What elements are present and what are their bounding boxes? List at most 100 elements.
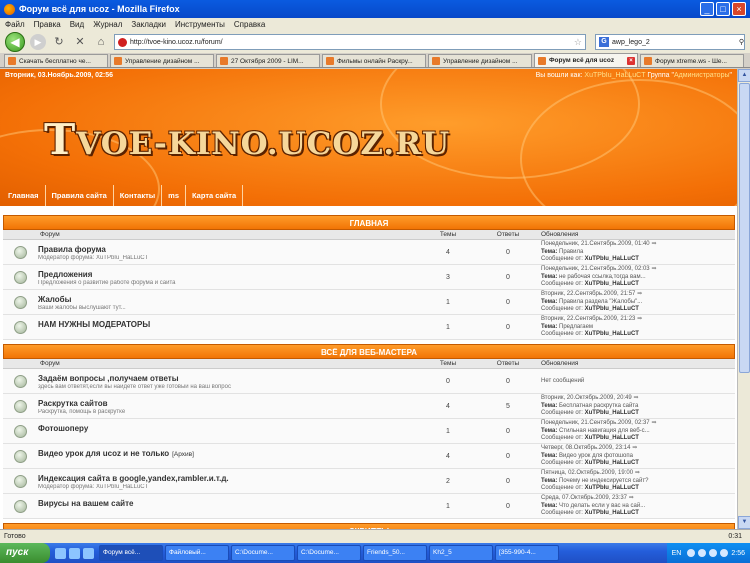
forum-name[interactable]: Вирусы на вашем сайте bbox=[38, 499, 133, 508]
close-button[interactable]: × bbox=[732, 2, 746, 16]
stop-icon[interactable]: ✕ bbox=[72, 34, 88, 50]
menu-help[interactable]: Справка bbox=[234, 20, 265, 29]
taskbar-window-button[interactable]: C:\Docume... bbox=[297, 545, 361, 561]
last-post-topic-link[interactable]: Предлагаем bbox=[559, 324, 593, 330]
last-post-topic-link[interactable]: Стильная навигация для веб-с... bbox=[559, 428, 650, 434]
minimize-button[interactable]: _ bbox=[700, 2, 714, 16]
last-post-arrow-icon[interactable]: ⇛ bbox=[630, 445, 637, 451]
menu-history[interactable]: Журнал bbox=[93, 20, 122, 29]
nav-home[interactable]: Главная bbox=[0, 185, 46, 206]
nav-sitemap[interactable]: Карта сайта bbox=[186, 185, 244, 206]
forum-name-link[interactable]: Жалобы bbox=[38, 295, 418, 304]
google-icon[interactable]: G bbox=[599, 37, 609, 47]
last-post-author-link[interactable]: XuTPbIu_HaLLuCT bbox=[585, 410, 639, 416]
site-logo[interactable]: TVOE-KINO.UCOZ.RU bbox=[44, 115, 450, 164]
menu-view[interactable]: Вид bbox=[70, 20, 84, 29]
taskbar-window-button[interactable]: Форум всё... bbox=[99, 545, 163, 561]
group-link[interactable]: Администраторы bbox=[674, 72, 730, 79]
vertical-scrollbar[interactable]: ▲ ▼ bbox=[737, 69, 750, 529]
browser-tab[interactable]: 27 Октября 2009 - LIM... bbox=[216, 54, 320, 67]
last-post-author-link[interactable]: XuTPbIu_HaLLuCT bbox=[585, 306, 639, 312]
last-post-author-link[interactable]: XuTPbIu_HaLLuCT bbox=[585, 510, 639, 516]
last-post-topic-link[interactable]: Правила bbox=[559, 249, 583, 255]
browser-tab[interactable]: Фильмы онлайн Раскру... bbox=[322, 54, 426, 67]
last-post-topic-link[interactable]: Почему не индексируется сайт? bbox=[559, 478, 648, 484]
forum-name-link[interactable]: Правила форума bbox=[38, 245, 418, 254]
browser-tab[interactable]: Форум xtreme.ws - Ше... bbox=[640, 54, 744, 67]
scroll-up-icon[interactable]: ▲ bbox=[738, 69, 750, 82]
forum-archive-tag[interactable]: [Архив] bbox=[172, 451, 194, 458]
last-post-author-link[interactable]: XuTPbIu_HaLLuCT bbox=[585, 331, 639, 337]
taskbar-window-button[interactable]: Файловый... bbox=[165, 545, 229, 561]
nav-ms[interactable]: ms bbox=[162, 185, 187, 206]
last-post-author-link[interactable]: XuTPbIu_HaLLuCT bbox=[585, 485, 639, 491]
forum-name[interactable]: Задаём вопросы ,получаем ответы bbox=[38, 374, 179, 383]
last-post-author-link[interactable]: XuTPbIu_HaLLuCT bbox=[585, 460, 639, 466]
last-post-arrow-icon[interactable]: ⇛ bbox=[633, 470, 640, 476]
start-button[interactable]: пуск bbox=[0, 543, 50, 563]
last-post-arrow-icon[interactable]: ⇛ bbox=[627, 495, 634, 501]
scroll-thumb[interactable] bbox=[739, 83, 750, 373]
forum-name[interactable]: Индексация сайта в google,yandex,rambler… bbox=[38, 474, 229, 483]
home-icon[interactable]: ⌂ bbox=[93, 34, 109, 50]
forum-name-link[interactable]: Раскрутка сайтов bbox=[38, 399, 418, 408]
search-bar[interactable]: G awp_lego_2 ⚲ bbox=[595, 34, 745, 50]
last-post-author-link[interactable]: XuTPbIu_HaLLuCT bbox=[585, 256, 639, 262]
last-post-arrow-icon[interactable]: ⇛ bbox=[635, 316, 642, 322]
reload-icon[interactable]: ↻ bbox=[51, 34, 67, 50]
browser-tab[interactable]: Управление дизайном ... bbox=[428, 54, 532, 67]
quick-launch-icon[interactable] bbox=[55, 547, 66, 559]
browser-tab-active[interactable]: Форум всё для ucoz × bbox=[534, 53, 638, 67]
last-post-author-link[interactable]: XuTPbIu_HaLLuCT bbox=[585, 281, 639, 287]
back-button[interactable]: ◀ bbox=[5, 32, 25, 52]
quick-launch-icon[interactable] bbox=[83, 547, 94, 559]
forum-name-link[interactable]: НАМ НУЖНЫ МОДЕРАТОРЫ bbox=[38, 320, 418, 329]
forum-name[interactable]: Жалобы bbox=[38, 295, 71, 304]
category-header[interactable]: ВСЁ ДЛЯ ВЕБ-МАСТЕРА bbox=[3, 344, 735, 359]
forum-name[interactable]: Видео урок для ucoz и не только bbox=[38, 449, 169, 458]
last-post-topic-link[interactable]: не рабочая ссылка,тогда вам... bbox=[559, 274, 646, 280]
taskbar-window-button[interactable]: C:\Docume... bbox=[231, 545, 295, 561]
nav-contacts[interactable]: Контакты bbox=[114, 185, 163, 206]
last-post-topic-link[interactable]: Бесплатная раскрутка сайта bbox=[559, 403, 638, 409]
tray-icon[interactable] bbox=[709, 549, 718, 557]
nav-rules[interactable]: Правила сайта bbox=[46, 185, 114, 206]
forum-name-link[interactable]: Задаём вопросы ,получаем ответы bbox=[38, 374, 418, 383]
search-icon[interactable]: ⚲ bbox=[739, 38, 744, 46]
forum-name-link[interactable]: Фотошоперу bbox=[38, 424, 418, 433]
maximize-button[interactable]: □ bbox=[716, 2, 730, 16]
address-bar[interactable]: http://tvoe-kino.ucoz.ru/forum/ ☆ bbox=[114, 34, 586, 50]
tray-icon[interactable] bbox=[698, 549, 707, 557]
taskbar-window-button[interactable]: Kh2_5 bbox=[429, 545, 493, 561]
forum-name[interactable]: НАМ НУЖНЫ МОДЕРАТОРЫ bbox=[38, 320, 150, 329]
bookmark-star-icon[interactable]: ☆ bbox=[574, 37, 585, 48]
username-link[interactable]: XuTPbIu_HaLLuCT bbox=[584, 72, 645, 79]
browser-tab[interactable]: Скачать бесплатно че... bbox=[4, 54, 108, 67]
forum-name[interactable]: Раскрутка сайтов bbox=[38, 399, 108, 408]
last-post-arrow-icon[interactable]: ⇛ bbox=[635, 291, 642, 297]
browser-tab[interactable]: Управление дизайном ... bbox=[110, 54, 214, 67]
last-post-topic-link[interactable]: Что делать если у вас на сай... bbox=[559, 503, 645, 509]
forum-name-link[interactable]: Вирусы на вашем сайте bbox=[38, 499, 418, 508]
last-post-arrow-icon[interactable]: ⇛ bbox=[650, 266, 656, 272]
taskbar-window-button[interactable]: [355-990-4... bbox=[495, 545, 559, 561]
menu-edit[interactable]: Правка bbox=[34, 20, 61, 29]
last-post-author-link[interactable]: XuTPbIu_HaLLuCT bbox=[585, 435, 639, 441]
taskbar-window-button[interactable]: Friends_50... bbox=[363, 545, 427, 561]
menu-tools[interactable]: Инструменты bbox=[175, 20, 225, 29]
forward-button[interactable]: ▶ bbox=[30, 34, 46, 50]
url-text[interactable]: http://tvoe-kino.ucoz.ru/forum/ bbox=[130, 39, 571, 46]
last-post-topic-link[interactable]: Правила раздела "Жалобы"... bbox=[559, 299, 642, 305]
forum-name[interactable]: Фотошоперу bbox=[38, 424, 88, 433]
forum-name[interactable]: Правила форума bbox=[38, 245, 106, 254]
menu-bookmarks[interactable]: Закладки bbox=[131, 20, 166, 29]
last-post-arrow-icon[interactable]: ⇛ bbox=[650, 241, 656, 247]
search-input[interactable]: awp_lego_2 bbox=[612, 39, 736, 46]
tray-icon[interactable] bbox=[687, 549, 696, 557]
tray-icon[interactable] bbox=[720, 549, 729, 557]
category-header[interactable]: ГЛАВНАЯ bbox=[3, 215, 735, 230]
quick-launch-icon[interactable] bbox=[69, 547, 80, 559]
tab-close-icon[interactable]: × bbox=[627, 56, 635, 65]
forum-name-link[interactable]: Видео урок для ucoz и не только [Архив] bbox=[38, 449, 418, 458]
forum-name-link[interactable]: Предложения bbox=[38, 270, 418, 279]
